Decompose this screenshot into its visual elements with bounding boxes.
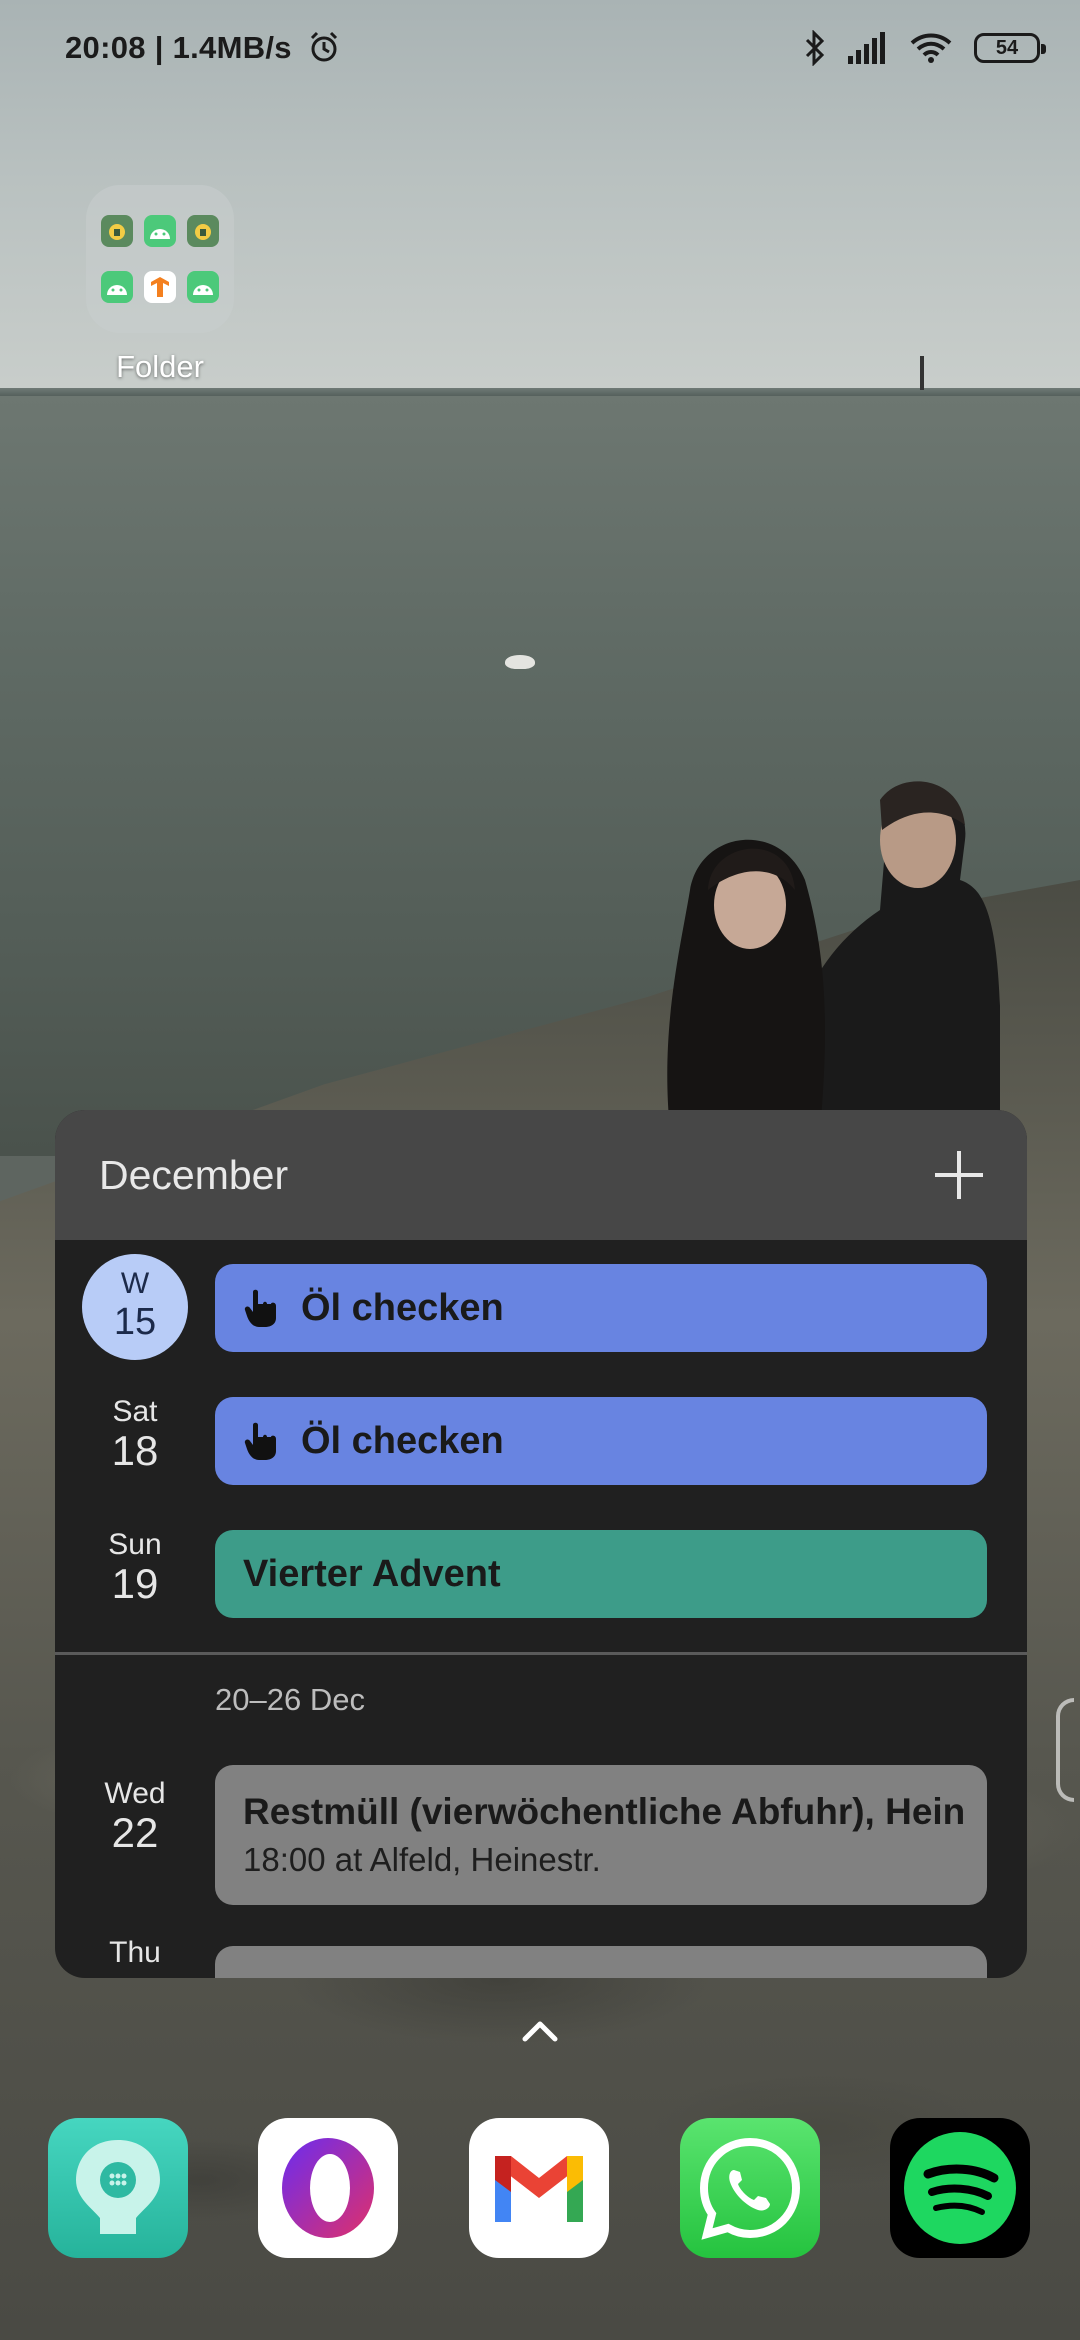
edge-handle[interactable] xyxy=(1056,1698,1074,1802)
event-title: Öl checken xyxy=(301,1286,504,1329)
wallpaper-bird xyxy=(505,655,535,669)
calendar-event[interactable]: Vierter Advent xyxy=(215,1530,987,1618)
calendar-widget[interactable]: December W 15 Öl checken Sat 18 Öl check… xyxy=(55,1110,1027,1978)
wallpaper-horizon xyxy=(0,388,1080,396)
home-folder[interactable]: Folder xyxy=(86,185,234,385)
dock xyxy=(0,2118,1080,2258)
wellbeing-app-icon[interactable] xyxy=(48,2118,188,2258)
clock-and-speed: 20:08 | 1.4MB/s xyxy=(65,30,292,65)
signal-icon xyxy=(848,32,885,64)
day-label: Thu xyxy=(55,1936,215,1970)
day-number: 19 xyxy=(111,1560,159,1607)
opera-app-icon[interactable] xyxy=(258,2118,398,2258)
calendar-event[interactable]: Öl checken xyxy=(215,1397,987,1485)
event-title: Öl checken xyxy=(301,1419,504,1462)
day-of-week: Wed xyxy=(104,1777,166,1810)
wallpaper-tower xyxy=(920,356,924,390)
calendar-widget-header: December xyxy=(55,1110,1027,1240)
folder-label: Folder xyxy=(116,349,204,384)
app-icon xyxy=(143,215,176,247)
gmail-app-icon[interactable] xyxy=(469,2118,609,2258)
event-title: Vierter Advent xyxy=(243,1552,501,1595)
day-label: Wed 22 xyxy=(55,1777,215,1857)
day-of-week: Sun xyxy=(108,1528,162,1561)
calendar-event[interactable] xyxy=(215,1946,987,1978)
whatsapp-app-icon[interactable] xyxy=(680,2118,820,2258)
plus-icon[interactable] xyxy=(931,1147,987,1203)
event-title: Restmüll (vierwöchentliche Abfuhr), Hein xyxy=(243,1791,966,1832)
hand-icon xyxy=(244,1422,276,1460)
folder-tile[interactable] xyxy=(86,185,234,333)
calendar-day-row: Wed 22 Restmüll (vierwöchentliche Abfuhr… xyxy=(55,1765,1027,1905)
app-icon xyxy=(186,271,219,303)
chevron-up-icon[interactable] xyxy=(521,2015,559,2045)
spotify-app-icon[interactable] xyxy=(890,2118,1030,2258)
week-divider xyxy=(55,1652,1027,1655)
calendar-day-row: W 15 Öl checken xyxy=(55,1254,1027,1360)
day-number: 15 xyxy=(113,1301,157,1343)
calendar-day-row: Sat 18 Öl checken xyxy=(55,1395,1027,1487)
app-icon xyxy=(186,215,219,247)
wallpaper-people xyxy=(667,781,1000,1130)
day-label: Sat 18 xyxy=(55,1395,215,1475)
status-bar: 20:08 | 1.4MB/s 54 xyxy=(0,0,1080,100)
week-range-label: 20–26 Dec xyxy=(215,1682,365,1717)
day-number: 22 xyxy=(111,1809,159,1856)
app-icon xyxy=(101,271,134,303)
app-icon xyxy=(101,215,134,247)
app-icon xyxy=(143,271,176,303)
day-of-week: W xyxy=(120,1267,150,1300)
calendar-day-row: Thu xyxy=(55,1936,1027,1978)
bluetooth-icon xyxy=(805,30,825,66)
status-left: 20:08 | 1.4MB/s xyxy=(65,30,341,66)
day-number: 18 xyxy=(111,1427,159,1474)
day-of-week: Thu xyxy=(109,1936,161,1969)
alarm-icon xyxy=(310,31,337,62)
day-of-week: Sat xyxy=(112,1395,158,1428)
hand-icon xyxy=(244,1289,276,1327)
wifi-icon xyxy=(910,33,952,63)
today-indicator[interactable]: W 15 xyxy=(82,1254,188,1360)
status-icons: 54 xyxy=(804,30,1046,66)
calendar-day-row: Sun 19 Vierter Advent xyxy=(55,1528,1027,1620)
calendar-event[interactable]: Restmüll (vierwöchentliche Abfuhr), Hein… xyxy=(215,1765,987,1905)
day-label: Sun 19 xyxy=(55,1528,215,1608)
calendar-month-title[interactable]: December xyxy=(99,1152,288,1199)
event-detail: 18:00 at Alfeld, Heinestr. xyxy=(243,1841,601,1878)
calendar-event[interactable]: Öl checken xyxy=(215,1264,987,1352)
battery-icon: 54 xyxy=(974,33,1046,63)
